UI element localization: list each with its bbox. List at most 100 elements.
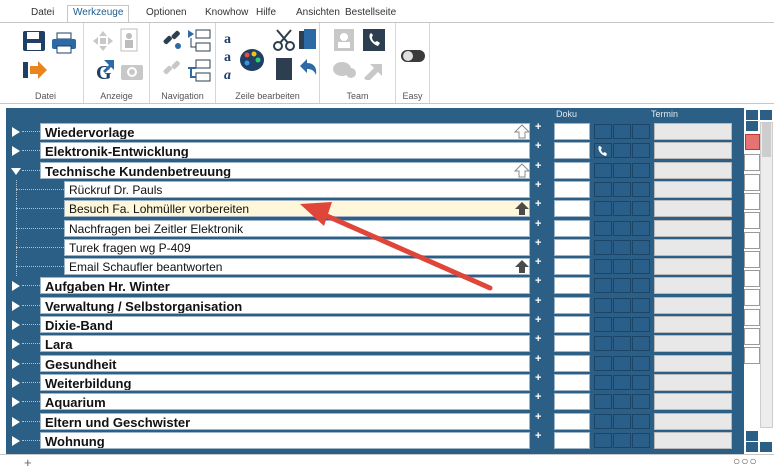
category-row[interactable]: Weiterbildung + <box>6 372 744 392</box>
status-square[interactable] <box>632 355 650 371</box>
more-options-icon[interactable]: ○○○ <box>733 454 758 468</box>
tab-knowhow[interactable]: Knowhow <box>205 6 248 22</box>
status-square[interactable] <box>613 239 631 255</box>
status-square[interactable] <box>613 317 631 332</box>
status-square[interactable] <box>613 297 631 313</box>
row-title-cell[interactable]: Dixie-Band <box>40 316 530 333</box>
tab-bestellseite[interactable]: Bestellseite <box>345 6 396 22</box>
row-side-box[interactable] <box>744 231 760 249</box>
doku-cell[interactable] <box>554 200 590 218</box>
termin-cell[interactable] <box>654 142 732 160</box>
add-subtask-button[interactable]: + <box>535 353 541 365</box>
row-title-cell[interactable]: Verwaltung / Selbstorganisation <box>40 296 530 314</box>
doku-cell[interactable] <box>554 142 590 160</box>
add-subtask-button[interactable]: + <box>535 372 541 384</box>
row-title-cell[interactable]: Eltern und Geschwister <box>40 412 530 430</box>
row-side-box[interactable] <box>744 173 760 191</box>
add-subtask-button[interactable]: + <box>535 430 541 442</box>
doku-cell[interactable] <box>554 258 590 276</box>
termin-cell[interactable] <box>654 373 732 391</box>
termin-cell[interactable] <box>654 335 732 353</box>
status-square[interactable] <box>613 413 631 429</box>
status-square[interactable] <box>594 162 612 178</box>
doku-cell[interactable] <box>554 354 590 372</box>
collapse-icon[interactable] <box>11 167 21 175</box>
expand-icon[interactable] <box>12 146 20 157</box>
add-subtask-button[interactable]: + <box>535 256 541 268</box>
status-square[interactable] <box>632 374 650 390</box>
up-arrow-icon[interactable] <box>514 162 530 178</box>
status-square[interactable] <box>613 181 631 197</box>
status-square[interactable] <box>613 162 631 178</box>
doku-cell[interactable] <box>554 219 590 237</box>
category-row[interactable]: Gesundheit + <box>6 353 744 373</box>
status-square[interactable] <box>613 432 631 448</box>
cut-icon[interactable] <box>272 28 296 52</box>
undo-icon[interactable] <box>296 58 318 80</box>
expand-icon[interactable] <box>12 377 20 388</box>
category-row[interactable]: Wiedervorlage + <box>6 121 744 141</box>
expand-icon[interactable] <box>12 416 20 427</box>
add-subtask-button[interactable]: + <box>535 237 541 249</box>
status-square[interactable] <box>613 374 631 390</box>
toggle-icon[interactable] <box>400 48 426 64</box>
category-row[interactable]: Elektronik-Entwicklung + <box>6 140 744 160</box>
category-row[interactable]: Technische Kundenbetreuung + <box>6 160 744 180</box>
expand-icon[interactable] <box>12 127 20 137</box>
status-square[interactable] <box>594 355 612 371</box>
status-square[interactable] <box>594 394 612 410</box>
add-subtask-button[interactable]: + <box>535 333 541 345</box>
doku-cell[interactable] <box>554 393 590 411</box>
status-square[interactable] <box>632 181 650 197</box>
row-title-cell[interactable]: Lara <box>40 335 530 353</box>
pin-icon[interactable] <box>745 134 760 150</box>
add-subtask-button[interactable]: + <box>535 198 541 210</box>
status-square[interactable] <box>613 220 631 236</box>
status-square[interactable] <box>594 239 612 255</box>
add-subtask-button[interactable]: + <box>535 314 541 326</box>
status-square[interactable] <box>632 317 650 332</box>
row-title-cell[interactable]: Weiterbildung <box>40 373 530 391</box>
status-square[interactable] <box>632 143 650 159</box>
scroll-bottom-button-2[interactable] <box>760 442 772 452</box>
doku-cell[interactable] <box>554 335 590 353</box>
tab-werkzeuge[interactable]: Werkzeuge <box>67 5 130 23</box>
print-icon[interactable] <box>50 32 78 54</box>
scroll-down-button[interactable] <box>746 431 758 441</box>
vertical-scrollbar[interactable] <box>760 122 773 428</box>
add-button[interactable]: + <box>24 455 32 470</box>
expand-icon[interactable] <box>12 320 20 330</box>
status-square[interactable] <box>613 143 631 159</box>
palette-icon[interactable] <box>238 47 266 73</box>
termin-cell[interactable] <box>654 316 732 333</box>
status-square[interactable] <box>594 201 612 217</box>
row-side-box[interactable] <box>744 289 760 307</box>
termin-cell[interactable] <box>654 123 732 140</box>
doku-cell[interactable] <box>554 123 590 140</box>
doku-cell[interactable] <box>554 180 590 198</box>
expand-icon[interactable] <box>12 397 20 408</box>
share-icon[interactable] <box>362 60 386 80</box>
status-square[interactable] <box>594 374 612 390</box>
category-row[interactable]: Wohnung + <box>6 430 744 450</box>
person-icon[interactable] <box>120 28 144 54</box>
category-row[interactable]: Lara + <box>6 333 744 353</box>
link-disabled-icon[interactable] <box>160 58 184 82</box>
status-square[interactable] <box>613 394 631 410</box>
category-row[interactable]: Aquarium + <box>6 391 744 411</box>
expand-icon[interactable] <box>12 339 20 350</box>
row-side-box[interactable] <box>744 347 760 365</box>
link-icon[interactable] <box>160 28 184 52</box>
add-subtask-button[interactable]: + <box>535 179 541 191</box>
status-square[interactable] <box>613 259 631 275</box>
scroll-up-button[interactable] <box>746 121 758 131</box>
termin-cell[interactable] <box>654 258 732 276</box>
up-arrow-icon[interactable] <box>514 259 530 274</box>
add-subtask-button[interactable]: + <box>535 160 541 172</box>
status-square[interactable] <box>594 259 612 275</box>
scroll-top-button[interactable] <box>746 110 758 120</box>
status-square[interactable] <box>632 220 650 236</box>
category-row[interactable]: Eltern und Geschwister + <box>6 411 744 431</box>
status-square[interactable] <box>632 336 650 352</box>
status-square[interactable] <box>632 162 650 178</box>
